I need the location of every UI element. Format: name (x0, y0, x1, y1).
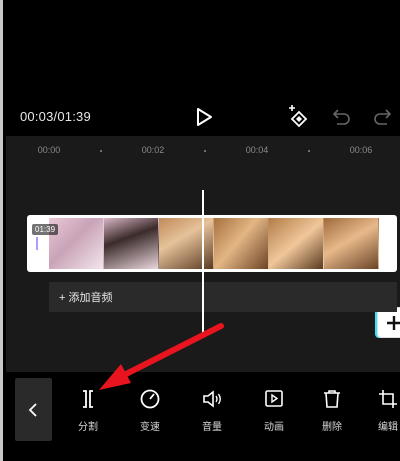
video-track-clip[interactable] (27, 215, 400, 338)
ruler-tick: 00:00 (37, 145, 61, 155)
tool-label: 删除 (322, 422, 342, 433)
playhead[interactable] (202, 190, 204, 336)
ruler-tick: 00:04 (245, 145, 269, 155)
split-icon (83, 390, 93, 408)
crop-icon (379, 390, 397, 408)
speed-icon (140, 389, 160, 409)
clip-thumbnail (159, 218, 214, 269)
add-audio-label: + 添加音频 (59, 292, 113, 304)
ruler-tick: 00:06 (349, 145, 373, 155)
clip-thumbnail (269, 218, 324, 269)
play-icon[interactable] (194, 106, 214, 128)
player-controls: 00:03/01:39 (6, 100, 400, 136)
redo-icon[interactable] (372, 108, 394, 126)
bottom-toolbar: 分割 变速 音量 动画 删除 编辑 (6, 372, 400, 461)
undo-icon[interactable] (330, 108, 352, 126)
clip-thumbnail (104, 218, 159, 269)
volume-icon (203, 390, 221, 408)
plus-icon (387, 316, 400, 330)
back-button[interactable] (15, 378, 52, 441)
keyframe-add-icon[interactable] (286, 103, 312, 129)
ruler-tick: 00:02 (141, 145, 165, 155)
clip-duration-badge: 01:39 (32, 224, 59, 235)
add-audio-button[interactable]: + 添加音频 (49, 282, 397, 312)
ruler-dot (308, 150, 310, 152)
tool-label: 变速 (140, 422, 160, 433)
clip-trim-handle[interactable] (36, 237, 38, 250)
delete-icon (324, 390, 340, 408)
tool-label: 音量 (202, 422, 222, 433)
clip-thumbnail (214, 218, 269, 269)
ruler-dot (204, 150, 206, 152)
edit-button[interactable]: 编辑 (368, 388, 400, 442)
split-button[interactable]: 分割 (68, 388, 108, 442)
speed-button[interactable]: 变速 (130, 388, 170, 442)
clip-thumbnails (49, 218, 379, 269)
tool-label: 分割 (78, 422, 98, 433)
video-preview[interactable] (6, 0, 400, 100)
delete-button[interactable]: 删除 (312, 388, 352, 442)
volume-button[interactable]: 音量 (192, 388, 232, 442)
animation-icon (265, 390, 283, 407)
clip-thumbnail (324, 218, 379, 269)
animation-button[interactable]: 动画 (254, 388, 294, 442)
tool-label: 动画 (264, 422, 284, 433)
time-display: 00:03/01:39 (20, 109, 91, 124)
app-frame: 00:03/01:39 00:00 00:02 00:04 00:06 01:3… (0, 0, 400, 461)
tool-label: 编辑 (378, 422, 398, 433)
ruler-dot (100, 150, 102, 152)
chevron-left-icon (28, 403, 37, 417)
